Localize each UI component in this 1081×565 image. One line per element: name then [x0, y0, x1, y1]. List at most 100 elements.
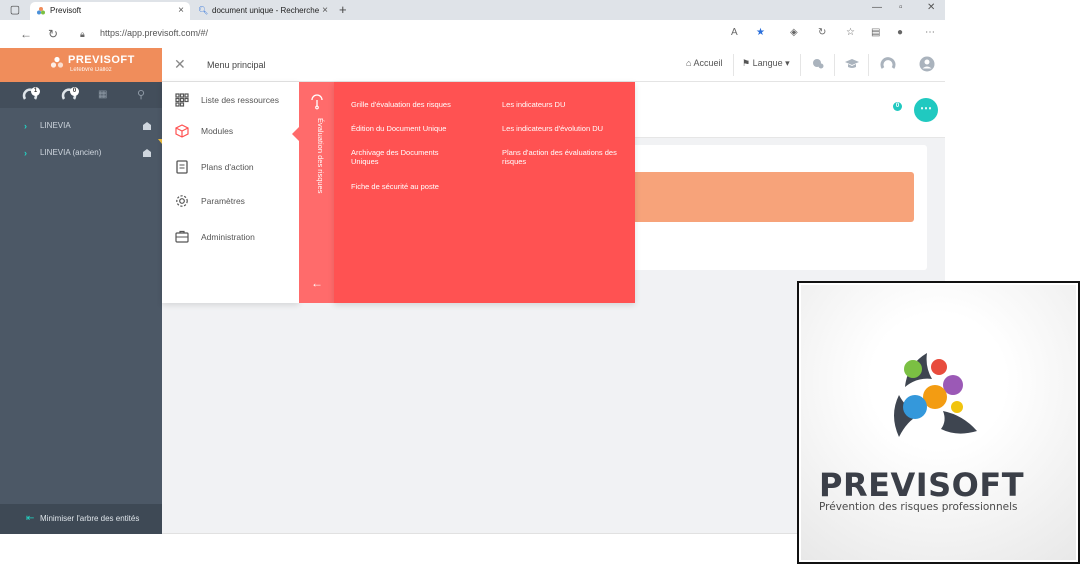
- briefcase-icon: [175, 230, 189, 243]
- screenshot-stage: ▢ Previsoft × 🔍︎ document unique - Reche…: [0, 0, 1081, 565]
- refresh-icon[interactable]: ↻: [48, 27, 58, 41]
- link-risk-grid[interactable]: Grille d'évaluation des risques: [351, 100, 451, 109]
- extension-icon[interactable]: ◈: [790, 27, 798, 38]
- close-tab-icon[interactable]: ×: [178, 2, 184, 20]
- app-brand-sub: Lefebvre Dalloz: [70, 67, 112, 73]
- submenu-section-strip: Évaluation des risques ←: [299, 82, 334, 303]
- archive-icon: [143, 149, 151, 157]
- cube-icon: [175, 124, 189, 138]
- language-dropdown[interactable]: ⚑ Langue ▾: [742, 58, 790, 69]
- home-link[interactable]: ⌂ Accueil: [686, 58, 722, 68]
- link-du-indicators[interactable]: Les indicateurs DU: [502, 100, 565, 109]
- header-divider: [834, 54, 835, 76]
- browser-address-bar: ← ↻ 🔒︎ https://app.previsoft.com/#/ A ★ …: [0, 20, 945, 48]
- menu-item-administration[interactable]: Administration: [162, 227, 299, 247]
- header-divider: [800, 54, 801, 76]
- building-icon: [143, 122, 151, 130]
- clipboard-icon: [176, 160, 188, 174]
- menu-title: Menu principal: [207, 60, 266, 70]
- gear-icon: [176, 195, 188, 207]
- restore-window-icon[interactable]: ▫: [899, 2, 903, 13]
- close-window-icon[interactable]: ✕: [927, 2, 935, 13]
- new-tab-icon[interactable]: +: [339, 2, 347, 17]
- grid-view-icon[interactable]: ▦: [98, 87, 114, 103]
- menu-item-modules[interactable]: Modules: [162, 121, 299, 141]
- read-aloud-icon[interactable]: A: [731, 27, 738, 38]
- sidebar-toolbar: 1 0 ▦ ⚲: [0, 82, 162, 108]
- collapse-icon: ⇤: [26, 513, 35, 524]
- url-field[interactable]: https://app.previsoft.com/#/: [100, 28, 208, 38]
- tree-item-linevia-ancien[interactable]: › LINEVIA (ancien): [0, 142, 162, 164]
- search-favicon-icon: 🔍︎: [198, 6, 209, 15]
- favorite-star-icon[interactable]: ★: [756, 27, 765, 38]
- home-icon: ⌂: [686, 58, 692, 68]
- notifications-icon[interactable]: [880, 56, 896, 72]
- notification-badge: 0: [893, 102, 902, 111]
- user-avatar-icon[interactable]: [919, 56, 935, 72]
- browser-tab-search[interactable]: 🔍︎ document unique - Recherche ×: [192, 2, 334, 20]
- collections-icon[interactable]: ▤: [871, 27, 880, 38]
- tree-item-label: LINEVIA: [40, 121, 71, 130]
- tab-actions-icon[interactable]: ▢: [8, 3, 22, 17]
- browser-tab-bar: ▢ Previsoft × 🔍︎ document unique - Reche…: [0, 0, 945, 20]
- overlay-brand: PREVISOFT: [819, 466, 1025, 504]
- search-icon[interactable]: ⚲: [137, 87, 153, 103]
- back-arrow-icon[interactable]: ←: [311, 276, 323, 290]
- tree-item-linevia[interactable]: › LINEVIA: [0, 115, 162, 137]
- close-menu-icon[interactable]: ✕: [174, 56, 186, 73]
- sidebar-badge: 1: [31, 87, 40, 96]
- grid-icon: [175, 93, 189, 107]
- link-safety-sheet[interactable]: Fiche de sécurité au poste: [351, 182, 439, 191]
- minimize-tree-button[interactable]: ⇤ Minimiser l'arbre des entités: [0, 504, 162, 534]
- home-label: Accueil: [693, 58, 723, 68]
- entity-sidebar: 1 0 ▦ ⚲ › LINEVIA › LINEVIA (ancien): [0, 82, 162, 534]
- header-divider: [868, 54, 869, 76]
- graduation-cap-icon[interactable]: [844, 56, 860, 72]
- previsoft-emblem-icon: [894, 353, 977, 437]
- minimize-window-icon[interactable]: —: [872, 2, 882, 13]
- tree-item-label: LINEVIA (ancien): [40, 148, 102, 157]
- lock-icon[interactable]: 🔒︎: [80, 29, 85, 40]
- sync-icon[interactable]: ↻: [818, 27, 826, 38]
- tab-title: Previsoft: [50, 6, 82, 15]
- menu-item-resources[interactable]: Liste des ressources: [162, 90, 299, 110]
- chat-icon[interactable]: [810, 56, 826, 72]
- app-brand: PREVISOFT: [68, 54, 135, 66]
- sidebar-badge: 0: [70, 87, 79, 96]
- menu-item-action-plans[interactable]: Plans d'action: [162, 157, 299, 177]
- menu-item-label: Administration: [201, 232, 255, 242]
- overlay-tagline: Prévention des risques professionnels: [819, 501, 1018, 513]
- link-du-archive[interactable]: Archivage des Documents Uniques: [351, 148, 461, 166]
- submenu-section-title: Évaluation des risques: [316, 118, 325, 194]
- menu-item-label: Liste des ressources: [201, 95, 279, 105]
- app-header: PREVISOFT Lefebvre Dalloz ✕ Menu princip…: [0, 48, 945, 111]
- link-du-edition[interactable]: Édition du Document Unique: [351, 124, 446, 133]
- link-risk-action-plans[interactable]: Plans d'action des évaluations des risqu…: [502, 148, 627, 166]
- minimize-tree-label: Minimiser l'arbre des entités: [40, 514, 140, 523]
- menu-item-label: Plans d'action: [201, 162, 254, 172]
- profile-icon[interactable]: ●: [897, 27, 903, 38]
- flag-icon: ⚑: [742, 58, 751, 68]
- hazard-sign-icon: [311, 94, 323, 110]
- chevron-right-icon: ›: [24, 148, 27, 158]
- more-options-icon[interactable]: ⋯: [925, 27, 935, 38]
- submenu-links-panel: Grille d'évaluation des risques Édition …: [334, 82, 635, 303]
- tab-title: document unique - Recherche: [212, 6, 320, 15]
- active-item-caret: [292, 127, 299, 141]
- menu-item-label: Paramètres: [201, 196, 245, 206]
- back-icon[interactable]: ←: [20, 27, 32, 41]
- chevron-right-icon: ›: [24, 121, 27, 131]
- previsoft-logo-icon: [50, 56, 64, 68]
- language-label: Langue: [752, 58, 783, 68]
- close-tab-icon[interactable]: ×: [322, 2, 328, 20]
- main-menu-panel: Liste des ressources Modules Plans d'act…: [162, 82, 299, 303]
- previsoft-logo-overlay: PREVISOFT Prévention des risques profess…: [797, 281, 1080, 564]
- favorites-icon[interactable]: ☆: [846, 27, 855, 38]
- app-logo[interactable]: PREVISOFT Lefebvre Dalloz: [0, 48, 162, 82]
- more-actions-button[interactable]: ⋯: [914, 98, 938, 122]
- header-divider: [733, 54, 734, 76]
- browser-tab-previsoft[interactable]: Previsoft ×: [30, 2, 190, 20]
- previsoft-favicon-icon: [37, 7, 45, 15]
- menu-item-settings[interactable]: Paramètres: [162, 191, 299, 211]
- link-du-evolution-indicators[interactable]: Les indicateurs d'évolution DU: [502, 124, 603, 133]
